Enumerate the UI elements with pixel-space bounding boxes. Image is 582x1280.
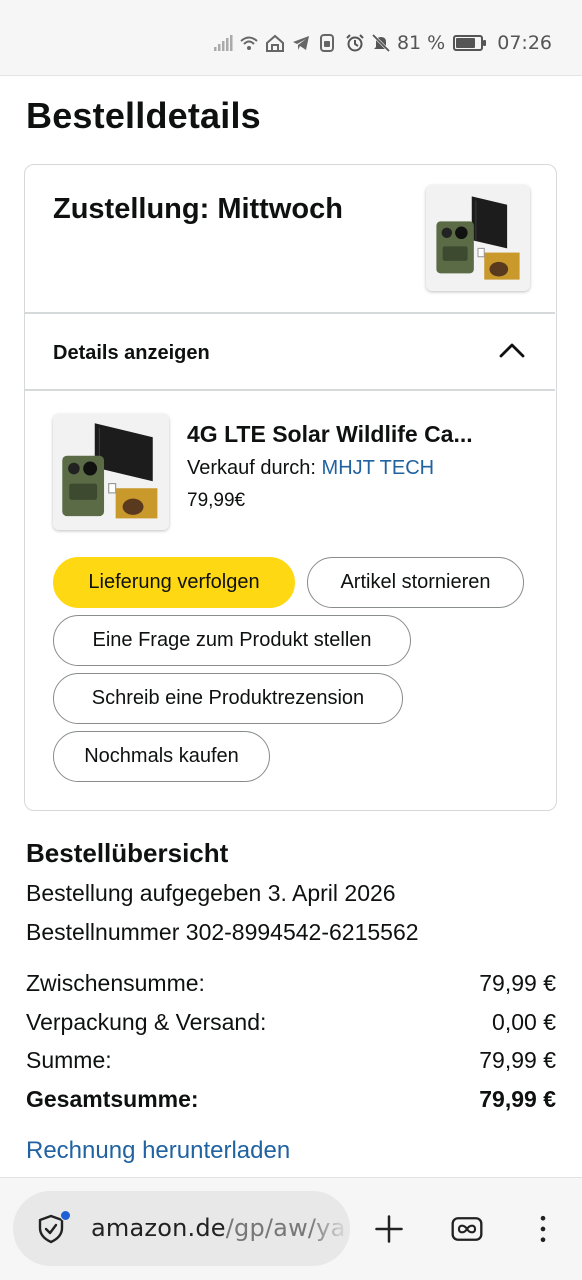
summary-value: 79,99 € <box>479 1086 556 1112</box>
ask-question-button[interactable]: Eine Frage zum Produkt stellen <box>53 615 411 666</box>
item-seller: Verkauf durch: MHJT TECH <box>187 457 434 480</box>
battery-icon <box>453 35 487 51</box>
address-bar[interactable]: amazon.de/gp/aw/ya <box>13 1191 350 1266</box>
summary-label: Gesamtsumme: <box>26 1086 199 1112</box>
summary-value: 79,99 € <box>479 1047 556 1073</box>
plus-icon <box>375 1215 403 1243</box>
write-review-button[interactable]: Schreib eine Produktrezension <box>53 673 403 724</box>
order-summary-title: Bestellübersicht <box>26 838 229 868</box>
summary-value: 0,00 € <box>492 1009 556 1035</box>
page-title: Bestelldetails <box>26 95 261 136</box>
camera-product-image <box>53 414 169 530</box>
status-bar: 81 % 07:26 <box>0 0 582 76</box>
details-toggle[interactable]: Details anzeigen <box>25 312 555 390</box>
seller-prefix: Verkauf durch: <box>187 457 316 479</box>
alarm-icon <box>345 33 365 53</box>
summary-label: Summe: <box>26 1047 112 1073</box>
item-price: 79,99€ <box>187 490 246 511</box>
item-thumbnail[interactable] <box>53 414 169 530</box>
delivery-status: Zustellung: Mittwoch <box>53 193 343 225</box>
telegram-icon <box>291 33 311 53</box>
summary-row-total: Gesamtsumme: 79,99 € <box>26 1086 556 1113</box>
url-fade <box>310 1191 350 1266</box>
summary-label: Zwischensumme: <box>26 970 205 996</box>
divider <box>25 389 555 391</box>
camera-product-image <box>426 186 530 290</box>
wifi-icon <box>239 33 259 53</box>
more-vertical-icon <box>540 1215 546 1243</box>
new-tab-button[interactable] <box>370 1210 408 1248</box>
url-text: amazon.de/gp/aw/ya <box>91 1214 346 1242</box>
url-domain: amazon.de <box>91 1214 226 1242</box>
summary-row-subtotal: Zwischensumme: 79,99 € <box>26 970 556 997</box>
home-icon <box>265 33 285 53</box>
shipment-card: Zustellung: Mittwoch Details anzeigen 4G… <box>24 164 557 811</box>
order-number: Bestellnummer 302-8994542-6215562 <box>26 919 419 945</box>
status-time: 07:26 <box>497 32 552 54</box>
summary-row-sum: Summe: 79,99 € <box>26 1047 556 1074</box>
status-icons-right: 81 % 07:26 <box>345 30 552 56</box>
download-invoice-link[interactable]: Rechnung herunterladen <box>26 1137 290 1165</box>
tabs-button[interactable] <box>448 1210 486 1248</box>
browser-toolbar: amazon.de/gp/aw/ya <box>0 1177 582 1280</box>
signal-icon <box>213 33 233 53</box>
buy-again-button[interactable]: Nochmals kaufen <box>53 731 270 782</box>
status-icons-left <box>213 30 337 56</box>
menu-button[interactable] <box>524 1210 562 1248</box>
infinity-tabs-icon <box>451 1217 483 1241</box>
track-package-button[interactable]: Lieferung verfolgen <box>53 557 295 608</box>
summary-row-shipping: Verpackung & Versand: 0,00 € <box>26 1009 556 1036</box>
cancel-item-button[interactable]: Artikel stornieren <box>307 557 524 608</box>
notification-dot <box>60 1210 71 1221</box>
seller-link[interactable]: MHJT TECH <box>322 457 435 479</box>
details-toggle-label: Details anzeigen <box>53 342 210 364</box>
item-title[interactable]: 4G LTE Solar Wildlife Ca... <box>187 421 473 448</box>
order-placed-date: Bestellung aufgegeben 3. April 2026 <box>26 880 396 906</box>
chevron-up-icon <box>499 343 525 358</box>
product-thumbnail[interactable] <box>426 185 530 291</box>
battery-level <box>456 38 476 48</box>
summary-label: Verpackung & Versand: <box>26 1009 267 1035</box>
summary-value: 79,99 € <box>479 970 556 996</box>
battery-percent: 81 % <box>396 32 446 54</box>
mute-icon <box>371 33 391 53</box>
sim-icon <box>317 33 337 53</box>
